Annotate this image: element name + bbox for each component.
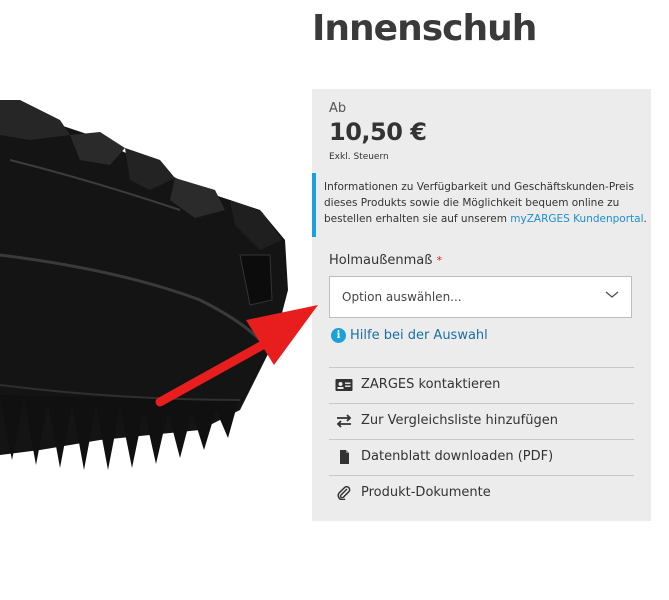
holm-size-select[interactable]: Option auswählen... (329, 276, 632, 318)
contact-action[interactable]: ZARGES kontaktieren (329, 367, 634, 403)
select-placeholder: Option auswählen... (342, 290, 462, 304)
paperclip-icon (337, 486, 351, 500)
info-text: Informationen zu Verfügbarkeit und Gesch… (324, 179, 649, 227)
tax-note: Exkl. Steuern (329, 152, 389, 162)
action-label: Produkt-Dokumente (361, 485, 491, 500)
help-link[interactable]: i Hilfe bei der Auswahl (331, 325, 488, 343)
action-list: ZARGES kontaktieren Zur Vergleichsliste … (329, 367, 634, 511)
field-label: Holmaußenmaß * (329, 253, 442, 268)
help-label: Hilfe bei der Auswahl (350, 328, 488, 343)
action-label: ZARGES kontaktieren (361, 377, 501, 392)
product-image (0, 100, 288, 470)
contact-card-icon (335, 379, 353, 391)
compare-arrows-icon (336, 414, 352, 428)
documents-action[interactable]: Produkt-Dokumente (329, 475, 634, 511)
info-box: Informationen zu Verfügbarkeit und Gesch… (312, 173, 649, 237)
info-icon: i (331, 328, 346, 343)
compare-action[interactable]: Zur Vergleichsliste hinzufügen (329, 403, 634, 439)
datasheet-action[interactable]: Datenblatt downloaden (PDF) (329, 439, 634, 475)
page-title: Innenschuh (312, 8, 537, 49)
info-suffix: . (643, 213, 647, 225)
price: 10,50 € (329, 118, 427, 146)
price-prefix: Ab (329, 101, 347, 116)
document-icon (340, 450, 349, 464)
action-label: Zur Vergleichsliste hinzufügen (361, 413, 558, 428)
chevron-down-icon (605, 291, 619, 298)
action-label: Datenblatt downloaden (PDF) (361, 449, 554, 464)
buy-panel: Ab 10,50 € Exkl. Steuern Informationen z… (312, 89, 651, 521)
portal-link[interactable]: myZARGES Kundenportal (510, 213, 643, 225)
required-mark: * (436, 254, 442, 267)
field-label-text: Holmaußenmaß (329, 253, 433, 268)
